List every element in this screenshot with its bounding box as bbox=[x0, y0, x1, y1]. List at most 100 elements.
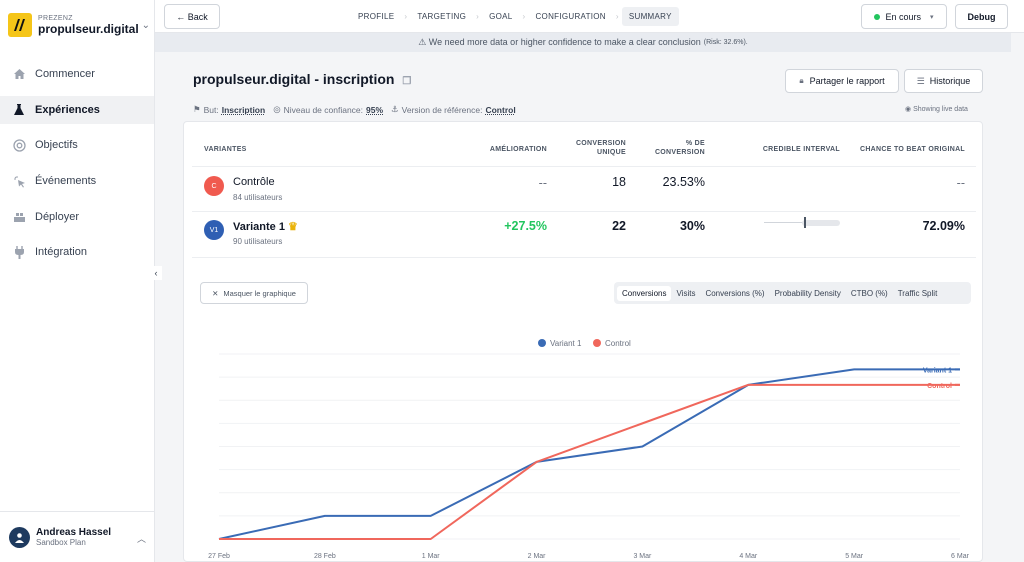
variant-users: 90 utilisateurs bbox=[233, 237, 283, 246]
flag-icon: ⚑ bbox=[193, 104, 201, 114]
results-card: VARIANTES AMÉLIORATION CONVERSION UNIQUE… bbox=[183, 121, 983, 562]
series-line bbox=[218, 368, 960, 540]
hide-chart-button[interactable]: ✕ Masquer le graphique bbox=[200, 282, 308, 304]
sidebar-item-label: Déployer bbox=[35, 210, 80, 223]
sidebar-nav: Commencer Expériences Objectifs Événemen… bbox=[0, 60, 154, 274]
step-profile[interactable]: PROFILE bbox=[351, 7, 401, 26]
col-conversion-rate-line2: CONVERSION bbox=[654, 149, 705, 156]
debug-button[interactable]: Debug bbox=[955, 4, 1008, 29]
share-label: Partager le rapport bbox=[809, 76, 885, 86]
sidebar-item-label: Expériences bbox=[35, 103, 100, 116]
x-tick-label: 27 Feb bbox=[208, 553, 230, 560]
plug-icon bbox=[12, 245, 26, 259]
chevron-up-icon: ︿ bbox=[136, 534, 146, 544]
series-end-label: Variant 1 bbox=[923, 367, 952, 374]
status-dropdown[interactable]: En cours ▾ bbox=[861, 4, 947, 29]
col-unique-conversions-line2: UNIQUE bbox=[596, 149, 626, 156]
col-unique-conversions-line1: CONVERSION bbox=[575, 140, 626, 147]
x-tick-label: 6 Mar bbox=[951, 553, 970, 560]
legend-label: Variant 1 bbox=[550, 339, 582, 348]
sidebar-item-label: Objectifs bbox=[35, 139, 78, 152]
x-tick-label: 2 Mar bbox=[528, 553, 547, 560]
tab-traffic-split[interactable]: Traffic Split bbox=[893, 286, 943, 301]
col-improvement: AMÉLIORATION bbox=[489, 146, 547, 153]
sidebar-item-deployer[interactable]: Déployer bbox=[0, 203, 154, 231]
user-menu[interactable]: Andreas Hassel Sandbox Plan ︿ bbox=[0, 511, 154, 562]
chevron-down-icon: ⌄ bbox=[141, 19, 150, 31]
x-tick-label: 1 Mar bbox=[422, 553, 441, 560]
history-label: Historique bbox=[929, 76, 971, 86]
tab-conversions[interactable]: Conversions bbox=[617, 285, 672, 301]
home-icon bbox=[12, 67, 26, 81]
step-targeting[interactable]: TARGETING bbox=[410, 7, 473, 26]
col-variants: VARIANTES bbox=[204, 146, 247, 153]
flask-icon bbox=[12, 103, 26, 117]
rate-cell: 30% bbox=[679, 219, 705, 233]
variant-name: Variante 1 ♛ bbox=[233, 220, 298, 233]
tab-probability-density[interactable]: Probability Density bbox=[770, 286, 846, 301]
status-label: En cours bbox=[885, 11, 921, 22]
sidebar-item-label: Intégration bbox=[35, 246, 87, 259]
variant-name: Contrôle bbox=[233, 176, 275, 188]
credible-interval-bar bbox=[802, 220, 840, 226]
sidebar-item-commencer[interactable]: Commencer bbox=[0, 60, 154, 88]
ctbo-cell: -- bbox=[956, 176, 965, 190]
tab-visits[interactable]: Visits bbox=[671, 286, 700, 301]
step-goal[interactable]: GOAL bbox=[482, 7, 519, 26]
org-logo bbox=[8, 13, 32, 37]
tab-conversions-pct[interactable]: Conversions (%) bbox=[700, 286, 769, 301]
banner-risk: (Risk: 32.6%). bbox=[703, 39, 748, 46]
goal-value[interactable]: Inscription bbox=[222, 105, 265, 115]
x-tick-label: 5 Mar bbox=[845, 553, 864, 560]
sidebar: PREZENZ propulseur.digital ⌄ Commencer E… bbox=[0, 0, 155, 562]
reference-value[interactable]: Control bbox=[485, 105, 515, 115]
improvement-cell: +27.5% bbox=[504, 219, 547, 233]
page-title-text: propulseur.digital - inscription bbox=[193, 71, 395, 87]
experiment-meta: ⚑ But: Inscription ◎ Niveau de confiance… bbox=[193, 104, 524, 115]
x-tick-label: 4 Mar bbox=[739, 553, 758, 560]
collapse-sidebar-button[interactable]: ‹ bbox=[150, 266, 162, 280]
history-button[interactable]: ☰ Historique bbox=[904, 69, 983, 93]
click-icon bbox=[12, 174, 26, 188]
credible-interval-whisker bbox=[764, 222, 804, 223]
col-conversion-rate-line1: % DE bbox=[685, 140, 705, 147]
conversions-cell: 18 bbox=[612, 175, 626, 189]
banner-text: ⚠ We need more data or higher confidence… bbox=[418, 37, 701, 47]
back-button[interactable]: ← Back bbox=[164, 4, 220, 29]
step-summary[interactable]: SUMMARY bbox=[621, 7, 679, 26]
close-icon: ✕ bbox=[212, 288, 219, 298]
tab-ctbo[interactable]: CTBO (%) bbox=[846, 286, 893, 301]
row-separator bbox=[192, 211, 976, 212]
legend-label: Control bbox=[605, 339, 631, 348]
variant-badge: V1 bbox=[204, 220, 224, 240]
sidebar-item-objectifs[interactable]: Objectifs bbox=[0, 131, 154, 159]
live-label: Showing live data bbox=[913, 106, 968, 113]
credible-interval-marker bbox=[804, 217, 806, 228]
list-icon: ☰ bbox=[916, 75, 925, 86]
crown-icon: ♛ bbox=[288, 221, 298, 233]
goal-label: But: bbox=[203, 104, 219, 115]
step-configuration[interactable]: CONFIGURATION bbox=[528, 7, 612, 26]
live-icon: ◉ bbox=[905, 106, 914, 113]
topbar: ← Back PROFILE › TARGETING › GOAL › CONF… bbox=[155, 0, 1024, 33]
copy-icon[interactable]: ❐ bbox=[402, 76, 411, 87]
sidebar-item-evenements[interactable]: Événements bbox=[0, 167, 154, 195]
variant-users: 84 utilisateurs bbox=[233, 193, 283, 202]
reference-label: Version de référence: bbox=[401, 104, 483, 115]
sidebar-item-integration[interactable]: Intégration bbox=[0, 238, 154, 266]
user-plan: Sandbox Plan bbox=[36, 538, 86, 547]
conversions-cell: 22 bbox=[612, 219, 626, 233]
user-name: Andreas Hassel bbox=[36, 527, 112, 538]
confidence-value[interactable]: 95% bbox=[366, 105, 383, 115]
variant-name-text: Variante 1 bbox=[233, 221, 285, 233]
chevron-right-icon: › bbox=[476, 12, 480, 21]
share-report-button[interactable]: 🔒︎ Partager le rapport bbox=[785, 69, 899, 93]
org-switcher[interactable]: PREZENZ propulseur.digital ⌄ bbox=[8, 10, 150, 40]
col-conversion-rate: % DE CONVERSION bbox=[639, 139, 705, 157]
row-separator bbox=[192, 257, 976, 258]
live-data-indicator: ◉ Showing live data bbox=[905, 105, 968, 113]
sidebar-item-experiences[interactable]: Expériences bbox=[0, 95, 154, 124]
hide-chart-label: Masquer le graphique bbox=[223, 288, 296, 298]
status-dot bbox=[874, 13, 881, 20]
gauge-icon: ◎ bbox=[273, 104, 281, 114]
